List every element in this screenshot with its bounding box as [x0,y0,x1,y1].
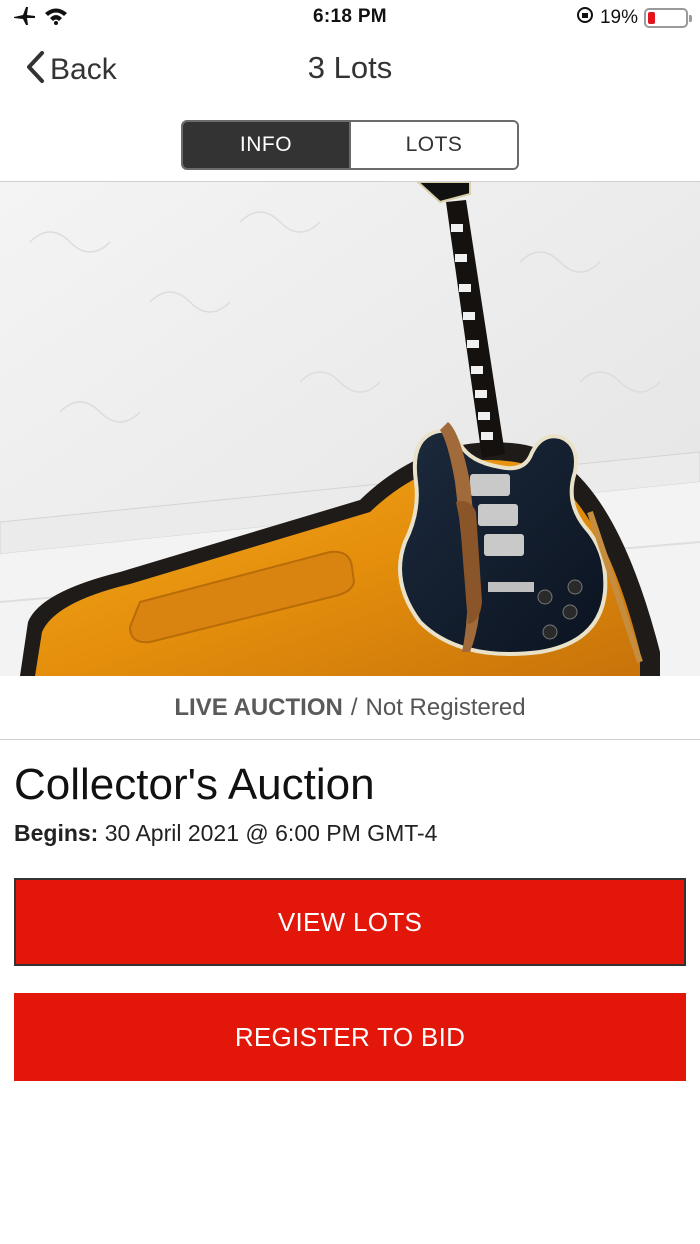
auction-status-line: LIVE AUCTION / Not Registered [0,676,700,740]
segmented-control: INFO LOTS [181,120,519,170]
rotation-lock-icon [576,6,594,30]
battery-percent: 19% [599,7,638,28]
begins-value: 30 April 2021 @ 6:00 PM GMT-4 [104,820,438,846]
status-right: 19% [576,6,692,30]
register-to-bid-button[interactable]: REGISTER TO BID [14,993,686,1081]
view-lots-button[interactable]: VIEW LOTS [14,878,686,966]
battery-icon [644,8,692,28]
battery-level [648,12,655,24]
auction-hero-image [0,182,700,676]
tab-lots[interactable]: LOTS [349,122,517,168]
begins-label: Begins: [14,820,99,846]
tab-info[interactable]: INFO [183,122,349,168]
status-bar: 6:18 PM 19% [0,0,700,36]
status-separator: / [350,694,358,721]
auction-title: Collector's Auction [14,760,375,809]
auction-begins: Begins: 30 April 2021 @ 6:00 PM GMT-4 [14,820,437,847]
registration-status: Not Registered [365,694,526,721]
page-title: 3 Lots [307,50,393,85]
navigation-bar: Back 3 Lots [0,36,700,106]
auction-type-label: LIVE AUCTION [174,694,343,721]
divider [0,739,700,740]
